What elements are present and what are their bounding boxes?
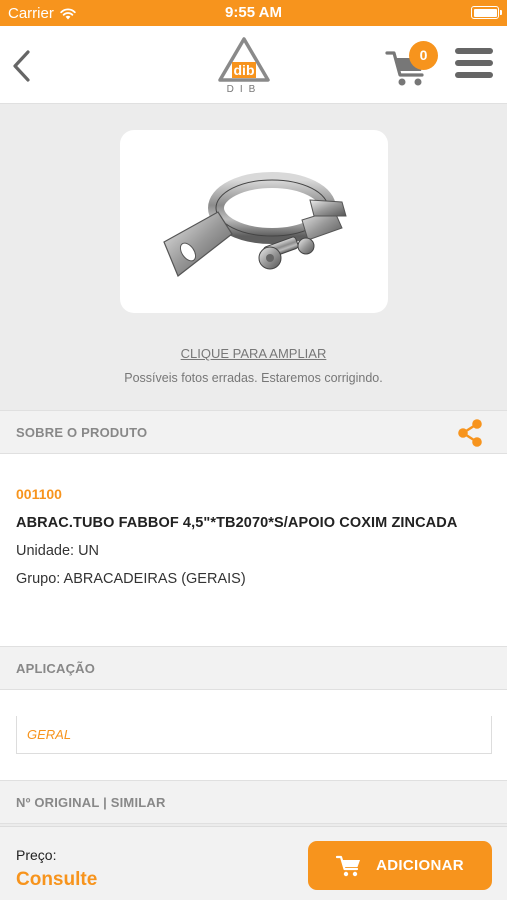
- product-unit: Unidade: UN: [16, 543, 100, 559]
- about-section-title: SOBRE O PRODUTO: [16, 425, 148, 440]
- price-value: Consulte: [16, 869, 98, 890]
- hose-clamp-image: [163, 172, 347, 277]
- back-button[interactable]: [8, 46, 38, 86]
- application-section-title: APLICAÇÃO: [16, 661, 96, 676]
- application-item: GERAL: [16, 716, 492, 754]
- hamburger-menu-icon: [455, 48, 493, 54]
- product-image[interactable]: [120, 130, 388, 313]
- about-section-header: SOBRE O PRODUTO: [0, 410, 507, 454]
- purchase-bar: Preço: Consulte ADICIONAR: [0, 826, 507, 900]
- zoom-image-link[interactable]: CLIQUE PARA AMPLIAR: [0, 346, 507, 361]
- original-similar-section-title: Nº ORIGINAL | SIMILAR: [16, 795, 166, 810]
- product-code: 001100: [16, 486, 62, 502]
- menu-button[interactable]: [455, 48, 493, 84]
- price-label: Preço:: [16, 847, 57, 863]
- battery-icon: [471, 6, 502, 19]
- status-bar: Carrier 9:55 AM: [0, 0, 507, 26]
- photo-disclaimer: Possíveis fotos erradas. Estaremos corri…: [124, 371, 383, 385]
- add-to-cart-label: ADICIONAR: [376, 857, 464, 874]
- product-group: Grupo: ABRACADEIRAS (GERAIS): [16, 571, 246, 587]
- product-details: 001100 ABRAC.TUBO FABBOF 4,5"*TB2070*S/A…: [0, 454, 507, 647]
- application-item-label: GERAL: [27, 727, 72, 742]
- application-list: GERAL: [0, 690, 507, 781]
- application-section-header: APLICAÇÃO: [0, 646, 507, 690]
- logo-mark: dib: [234, 62, 255, 78]
- chevron-left-icon: [13, 50, 30, 82]
- logo-wordmark: DIB: [227, 84, 262, 94]
- share-icon: [458, 419, 482, 447]
- original-similar-section-header: Nº ORIGINAL | SIMILAR: [0, 780, 507, 824]
- app-header: dib DIB 0: [0, 26, 507, 104]
- clock: 9:55 AM: [225, 4, 282, 21]
- share-button[interactable]: [455, 418, 485, 448]
- product-gallery: CLIQUE PARA AMPLIAR Possíveis fotos erra…: [0, 104, 507, 410]
- cart-count-badge: 0: [409, 41, 438, 70]
- cart-icon: [336, 855, 361, 876]
- dib-logo: dib DIB: [212, 36, 276, 95]
- product-name: ABRAC.TUBO FABBOF 4,5"*TB2070*S/APOIO CO…: [16, 515, 458, 531]
- add-to-cart-button[interactable]: ADICIONAR: [308, 841, 492, 890]
